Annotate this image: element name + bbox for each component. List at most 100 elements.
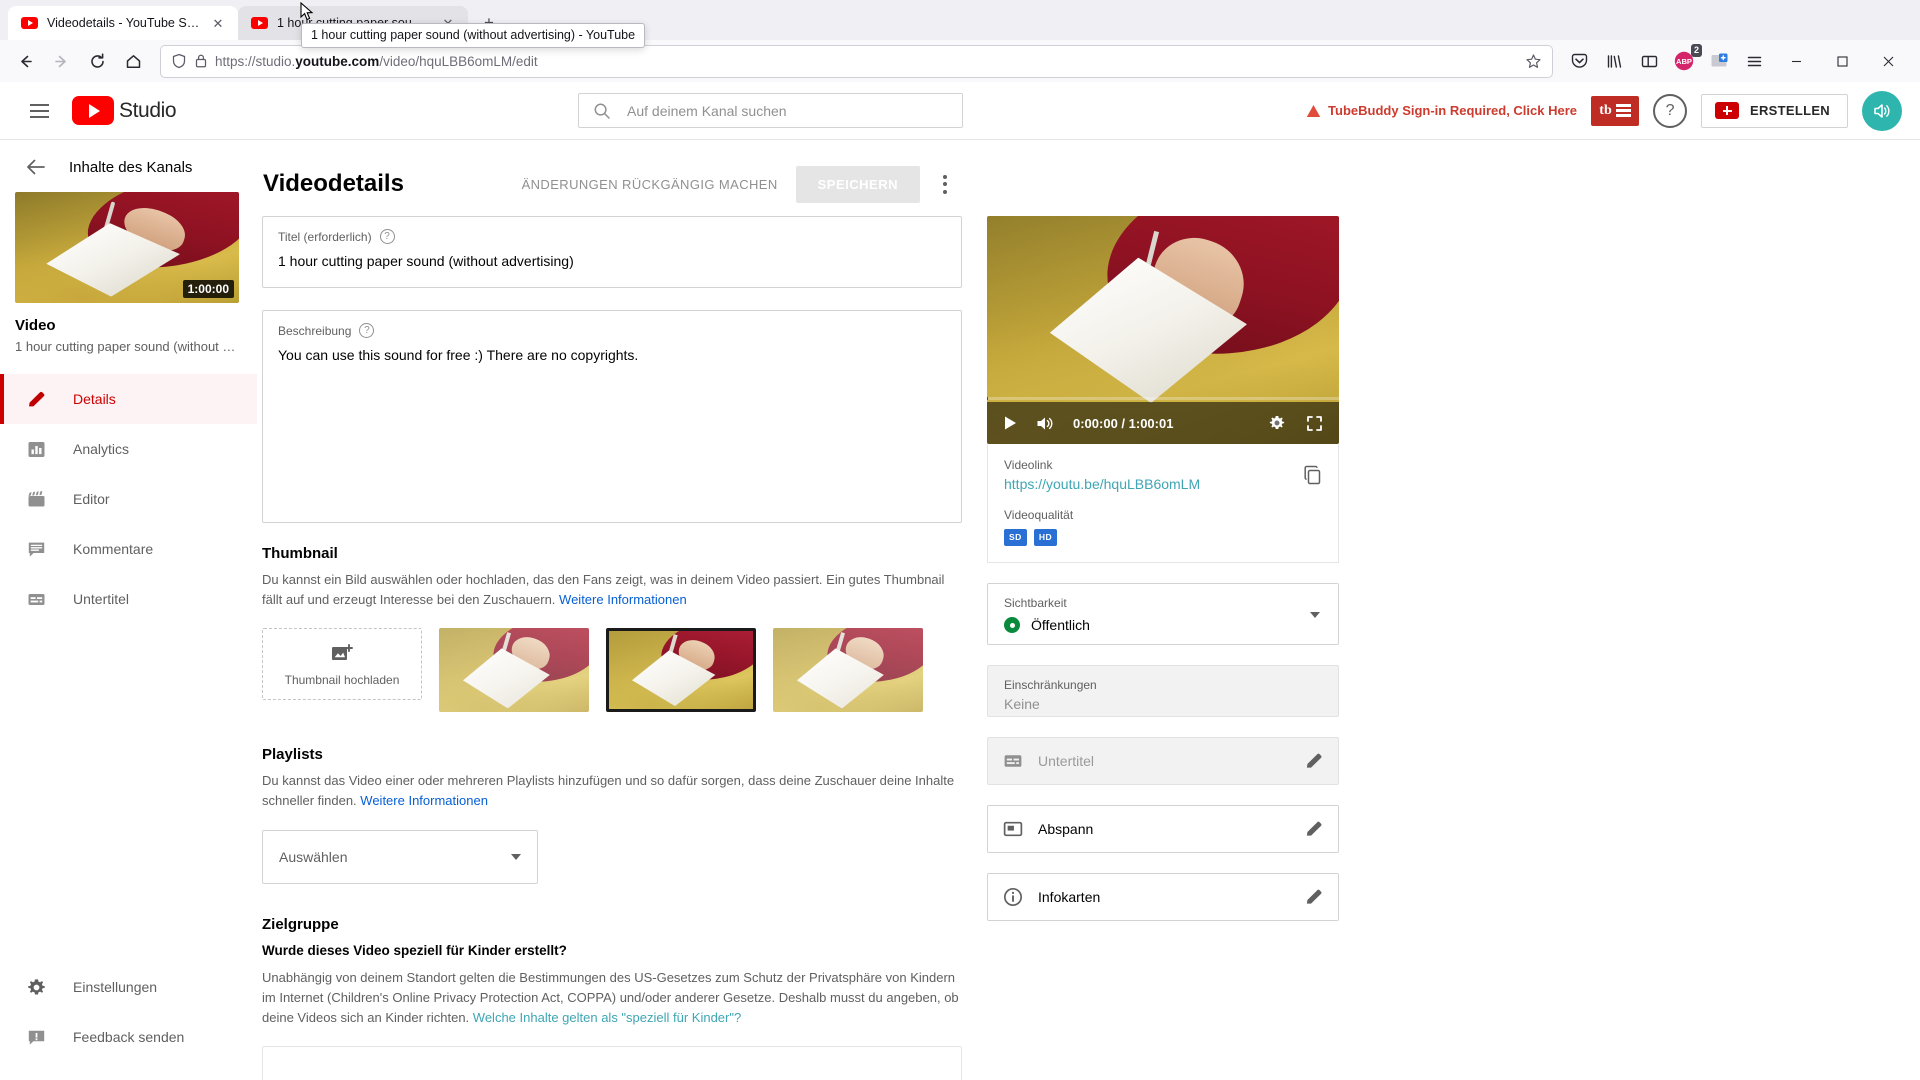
sidebar-video-thumbnail[interactable]: 1:00:00 (15, 192, 239, 303)
search-placeholder: Auf deinem Kanal suchen (627, 102, 787, 119)
sidebar-bottom-nav: Einstellungen Feedback senden (0, 962, 257, 1080)
video-link-url[interactable]: https://youtu.be/hquLBB6omLM (1004, 476, 1322, 492)
audience-radio-group-partial[interactable] (262, 1045, 962, 1080)
volume-icon[interactable] (1036, 415, 1055, 432)
help-icon[interactable]: ? (359, 323, 375, 338)
thumbnail-learn-more-link[interactable]: Weitere Informationen (559, 592, 687, 607)
extension-icon[interactable] (1703, 45, 1735, 77)
sidebar-item-label: Einstellungen (73, 979, 158, 995)
forward-button[interactable] (45, 45, 78, 78)
edit-pencil-icon[interactable] (1304, 887, 1324, 907)
window-maximize-button[interactable] (1819, 40, 1865, 82)
warning-triangle-icon (1306, 104, 1321, 117)
settings-gear-icon[interactable] (1268, 414, 1286, 432)
upload-thumbnail-button[interactable]: Thumbnail hochladen (262, 628, 422, 701)
video-link-label: Videolink (1004, 458, 1053, 472)
window-minimize-button[interactable] (1773, 40, 1819, 82)
page-header-actions: ÄNDERUNGEN RÜCKGÄNGIG MACHEN SPEICHERN (512, 165, 962, 203)
playlist-select-dropdown[interactable]: Auswählen (262, 829, 538, 884)
more-options-button[interactable] (928, 167, 962, 201)
sidebar-nav: Details Analytics Editor Kommentare Unte… (0, 374, 257, 624)
sidebar-item-analytics[interactable]: Analytics (0, 424, 257, 474)
playlists-learn-more-link[interactable]: Weitere Informationen (360, 793, 488, 808)
copy-icon (1304, 465, 1321, 485)
reload-button[interactable] (81, 45, 114, 78)
thumbnail-description: Du kannst ein Bild auswählen oder hochla… (262, 570, 962, 610)
thumbnail-option-1[interactable] (439, 628, 589, 713)
adblock-plus-icon[interactable]: ABP 2 (1668, 44, 1702, 77)
endscreen-row-card[interactable]: Abspann (987, 805, 1339, 853)
playlists-section: Playlists Du kannst das Video einer oder… (262, 746, 962, 884)
sidebar-toggle-icon[interactable] (1633, 45, 1665, 77)
chevron-down-icon[interactable] (1310, 612, 1320, 618)
details-column: Videodetails ÄNDERUNGEN RÜCKGÄNGIG MACHE… (262, 162, 962, 1080)
thumbnail-options-row: Thumbnail hochladen (262, 628, 962, 713)
sidebar-item-label: Kommentare (73, 541, 154, 557)
edit-pencil-icon[interactable] (1304, 751, 1324, 771)
tubebuddy-menu-button[interactable]: tb (1591, 95, 1640, 126)
video-camera-plus-icon (1715, 102, 1740, 119)
save-button[interactable]: SPEICHERN (795, 165, 920, 203)
avatar[interactable] (1862, 90, 1902, 131)
youtube-studio-logo[interactable]: Studio (72, 96, 177, 125)
search-icon (594, 103, 610, 119)
visibility-card[interactable]: Sichtbarkeit Öffentlich (987, 583, 1339, 645)
sidebar-item-kommentare[interactable]: Kommentare (0, 524, 257, 574)
tab-close-icon[interactable]: ✕ (209, 14, 227, 32)
sidebar-item-details[interactable]: Details (0, 374, 257, 424)
tubebuddy-logo-text: tb (1599, 102, 1612, 118)
thumbnail-option-3[interactable] (773, 628, 923, 713)
description-field[interactable]: Beschreibung ? You can use this sound fo… (262, 310, 962, 523)
upload-thumbnail-label: Thumbnail hochladen (284, 672, 400, 687)
app-menu-icon[interactable] (1738, 45, 1770, 77)
channel-search: Auf deinem Kanal suchen (578, 93, 963, 128)
subtitles-icon (1004, 755, 1022, 767)
thumbnail-option-2-selected[interactable] (606, 628, 756, 713)
sidebar-item-einstellungen[interactable]: Einstellungen (0, 962, 257, 1012)
chevron-down-icon (511, 853, 521, 860)
bar-chart-icon (28, 441, 45, 457)
endscreen-icon (1003, 821, 1023, 837)
library-icon[interactable] (1598, 45, 1630, 77)
address-bar[interactable]: https://studio.youtube.com/video/hquLBB6… (160, 44, 1553, 78)
quality-badge-hd: HD (1033, 529, 1058, 546)
title-field[interactable]: Titel (erforderlich) ? 1 hour cutting pa… (262, 216, 962, 288)
search-input[interactable]: Auf deinem Kanal suchen (578, 93, 963, 128)
help-icon[interactable]: ? (379, 229, 395, 244)
tab-strip: Videodetails - YouTube Studio ✕ 1 hour c… (0, 0, 1920, 48)
audience-learn-more-link[interactable]: Welche Inhalte gelten als "speziell für … (473, 1010, 741, 1025)
endscreen-row-label: Abspann (1038, 821, 1094, 837)
sidebar-item-label: Untertitel (73, 591, 130, 607)
subtitles-row-card[interactable]: Untertitel (987, 737, 1339, 785)
create-button[interactable]: ERSTELLEN (1701, 93, 1848, 128)
lock-icon (195, 54, 207, 68)
back-button[interactable] (9, 45, 42, 78)
sidebar-item-editor[interactable]: Editor (0, 474, 257, 524)
sidebar-item-untertitel[interactable]: Untertitel (0, 574, 257, 624)
title-field-label: Titel (erforderlich) (278, 229, 372, 244)
play-icon[interactable] (1003, 415, 1018, 431)
player-right-controls (1268, 414, 1323, 432)
sidebar-item-feedback-senden[interactable]: Feedback senden (0, 1012, 257, 1062)
description-field-value: You can use this sound for free :) There… (278, 347, 639, 363)
menu-hamburger-icon[interactable] (18, 90, 60, 132)
subtitles-row-label: Untertitel (1038, 753, 1095, 769)
undo-changes-button[interactable]: ÄNDERUNGEN RÜCKGÄNGIG MACHEN (512, 177, 788, 192)
video-quality-label: Videoqualität (1004, 508, 1074, 522)
bookmark-star-icon[interactable] (1525, 53, 1542, 70)
player-progress-bar[interactable] (987, 397, 1339, 400)
browser-tab-1[interactable]: Videodetails - YouTube Studio ✕ (8, 6, 238, 40)
pocket-icon[interactable] (1563, 45, 1595, 77)
sidebar-back-to-channel-content[interactable]: Inhalte des Kanals (0, 140, 257, 190)
sidebar: Inhalte des Kanals 1:00:00 Video 1 hour … (0, 140, 257, 1080)
copy-link-button[interactable] (1302, 464, 1324, 486)
window-close-button[interactable] (1865, 40, 1911, 82)
home-button[interactable] (117, 45, 150, 78)
edit-pencil-icon[interactable] (1304, 819, 1324, 839)
help-icon[interactable]: ? (1653, 93, 1688, 128)
video-player[interactable]: 0:00:00 / 1:00:01 (987, 216, 1339, 444)
mouse-cursor-icon (300, 2, 314, 21)
fullscreen-icon[interactable] (1306, 415, 1323, 432)
tubebuddy-signin-warning[interactable]: TubeBuddy Sign-in Required, Click Here (1306, 103, 1577, 118)
infocards-row-card[interactable]: Infokarten (987, 873, 1339, 921)
